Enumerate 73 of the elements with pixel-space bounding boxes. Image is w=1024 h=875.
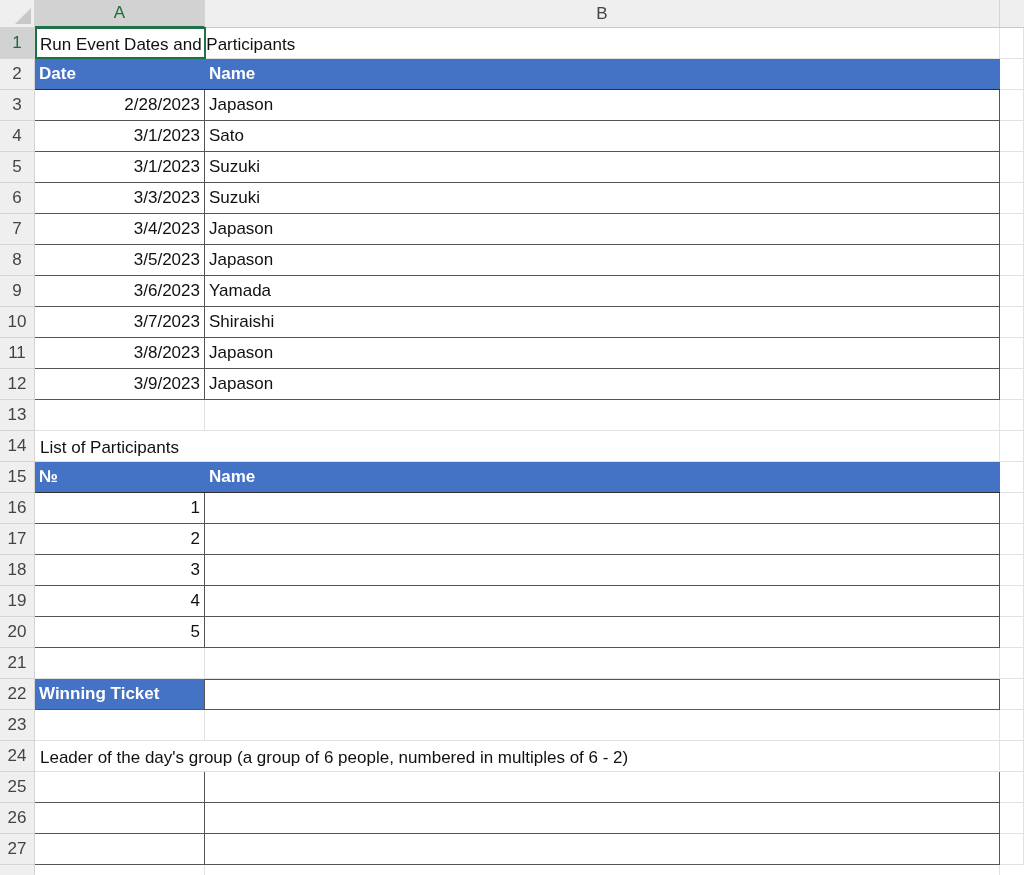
column-header: Date [35, 59, 205, 90]
table-cell: Shiraishi [205, 307, 1000, 338]
row-number[interactable]: 4 [0, 121, 35, 152]
row-number[interactable]: 20 [0, 617, 35, 648]
row-number[interactable]: 18 [0, 555, 35, 586]
row-number[interactable]: 7 [0, 214, 35, 245]
table-cell: 4 [35, 586, 205, 617]
row-number[interactable]: 16 [0, 493, 35, 524]
table-cell: 3/7/2023 [35, 307, 205, 338]
row-number[interactable]: 10 [0, 307, 35, 338]
row-number[interactable]: 2 [0, 59, 35, 90]
table-cell: 2/28/2023 [35, 90, 205, 121]
table-cell: 3/8/2023 [35, 338, 205, 369]
table-cell: 1 [35, 493, 205, 524]
row-number[interactable]: 13 [0, 400, 35, 431]
table-cell: 3 [35, 555, 205, 586]
input-field[interactable] [205, 679, 1000, 710]
row-number[interactable]: 1 [0, 28, 35, 59]
row-number[interactable]: 9 [0, 276, 35, 307]
empty-cell[interactable] [205, 834, 1000, 865]
row-number[interactable]: 26 [0, 803, 35, 834]
table-cell: Yamada [205, 276, 1000, 307]
row-number[interactable]: 19 [0, 586, 35, 617]
table-cell: 3/6/2023 [35, 276, 205, 307]
row-number[interactable]: 5 [0, 152, 35, 183]
table-cell: Japason [205, 214, 1000, 245]
row-number[interactable]: 14 [0, 431, 35, 462]
empty-cell[interactable] [205, 617, 1000, 648]
row-number[interactable]: 25 [0, 772, 35, 803]
row-number[interactable]: 11 [0, 338, 35, 369]
row-number[interactable]: 22 [0, 679, 35, 710]
column-header: № [35, 462, 205, 493]
table-cell: 5 [35, 617, 205, 648]
row-number[interactable]: 23 [0, 710, 35, 741]
table-cell: 3/9/2023 [35, 369, 205, 400]
table-cell: Japason [205, 369, 1000, 400]
table-cell: Japason [205, 90, 1000, 121]
row-number[interactable]: 15 [0, 462, 35, 493]
sheet-title: Run Event Dates and Participants [40, 34, 296, 56]
table-cell: Japason [205, 338, 1000, 369]
table-cell: 3/1/2023 [35, 121, 205, 152]
label-cell: Winning Ticket [35, 679, 205, 710]
table-cell: Suzuki [205, 183, 1000, 214]
sheet-title: Leader of the day's group (a group of 6 people, numbered in multiples of 6 - 2) [40, 747, 629, 769]
row-number[interactable]: 12 [0, 369, 35, 400]
row-number[interactable]: 3 [0, 90, 35, 121]
column-letter[interactable]: B [205, 0, 1000, 28]
table-cell: Suzuki [205, 152, 1000, 183]
empty-cell[interactable] [205, 772, 1000, 803]
table-cell: 3/5/2023 [35, 245, 205, 276]
row-number[interactable]: 6 [0, 183, 35, 214]
table-cell: Japason [205, 245, 1000, 276]
table-cell: 3/3/2023 [35, 183, 205, 214]
column-header: Name [205, 59, 1000, 90]
empty-cell[interactable] [205, 803, 1000, 834]
row-number[interactable]: 27 [0, 834, 35, 865]
triangle-icon [15, 8, 31, 24]
table-cell: 2 [35, 524, 205, 555]
empty-cell[interactable] [205, 586, 1000, 617]
table-cell: 3/1/2023 [35, 152, 205, 183]
table-cell: 3/4/2023 [35, 214, 205, 245]
empty-cell[interactable] [205, 493, 1000, 524]
column-header: Name [205, 462, 1000, 493]
row-number[interactable]: 17 [0, 524, 35, 555]
empty-cell[interactable] [205, 555, 1000, 586]
row-number[interactable]: 21 [0, 648, 35, 679]
sheet-title: List of Participants [40, 437, 179, 459]
title-cell[interactable]: Leader of the day's group (a group of 6 people, numbered in multiples of 6 - 2) [35, 741, 1000, 772]
column-letter[interactable]: A [35, 0, 205, 28]
table-cell: Sato [205, 121, 1000, 152]
row-number[interactable]: 8 [0, 245, 35, 276]
row-number[interactable]: 24 [0, 741, 35, 772]
empty-cell[interactable] [205, 524, 1000, 555]
